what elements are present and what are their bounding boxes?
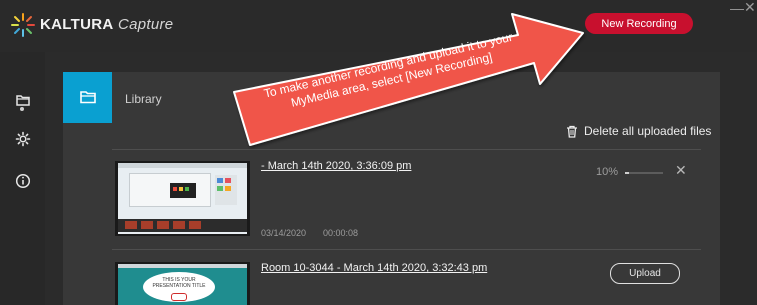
app-title: KALTURA Capture (40, 16, 174, 33)
thumbnail-text: THIS IS YOUR PRESENTATION TITLE (152, 277, 206, 289)
recording-thumbnail[interactable]: THIS IS YOUR PRESENTATION TITLE (115, 262, 250, 305)
recording-date: 03/14/2020 (261, 228, 307, 238)
delete-all-uploaded-button[interactable]: Delete all uploaded files (566, 124, 711, 138)
delete-all-label: Delete all uploaded files (584, 124, 712, 138)
info-icon[interactable] (14, 172, 32, 190)
gear-icon[interactable] (14, 130, 32, 148)
cancel-upload-button[interactable]: ✕ (675, 162, 687, 179)
library-tab[interactable] (63, 72, 112, 123)
active-indicator (20, 107, 24, 111)
close-window-button[interactable]: ✕ (744, 0, 756, 16)
upload-progress-fill (625, 172, 629, 174)
divider (112, 249, 701, 250)
title-bar: KALTURA Capture New Recording — ✕ (0, 0, 757, 52)
upload-progress-bar (625, 172, 663, 174)
new-recording-button[interactable]: New Recording (585, 13, 693, 34)
upload-button[interactable]: Upload (610, 263, 680, 284)
upload-progress-text: 10% (596, 166, 619, 178)
folder-icon (80, 91, 96, 104)
kaltura-logo-icon (11, 13, 35, 37)
divider (112, 149, 701, 150)
recording-duration: 00:00:08 (323, 228, 359, 238)
minimize-button[interactable]: — (730, 0, 744, 16)
recording-title-link[interactable]: - March 14th 2020, 3:36:09 pm (261, 160, 411, 172)
library-heading: Library (125, 92, 162, 106)
recording-title-link[interactable]: Room 10-3044 - March 14th 2020, 3:32:43 … (261, 262, 487, 274)
trash-icon (567, 125, 577, 138)
recording-thumbnail[interactable] (115, 161, 250, 236)
